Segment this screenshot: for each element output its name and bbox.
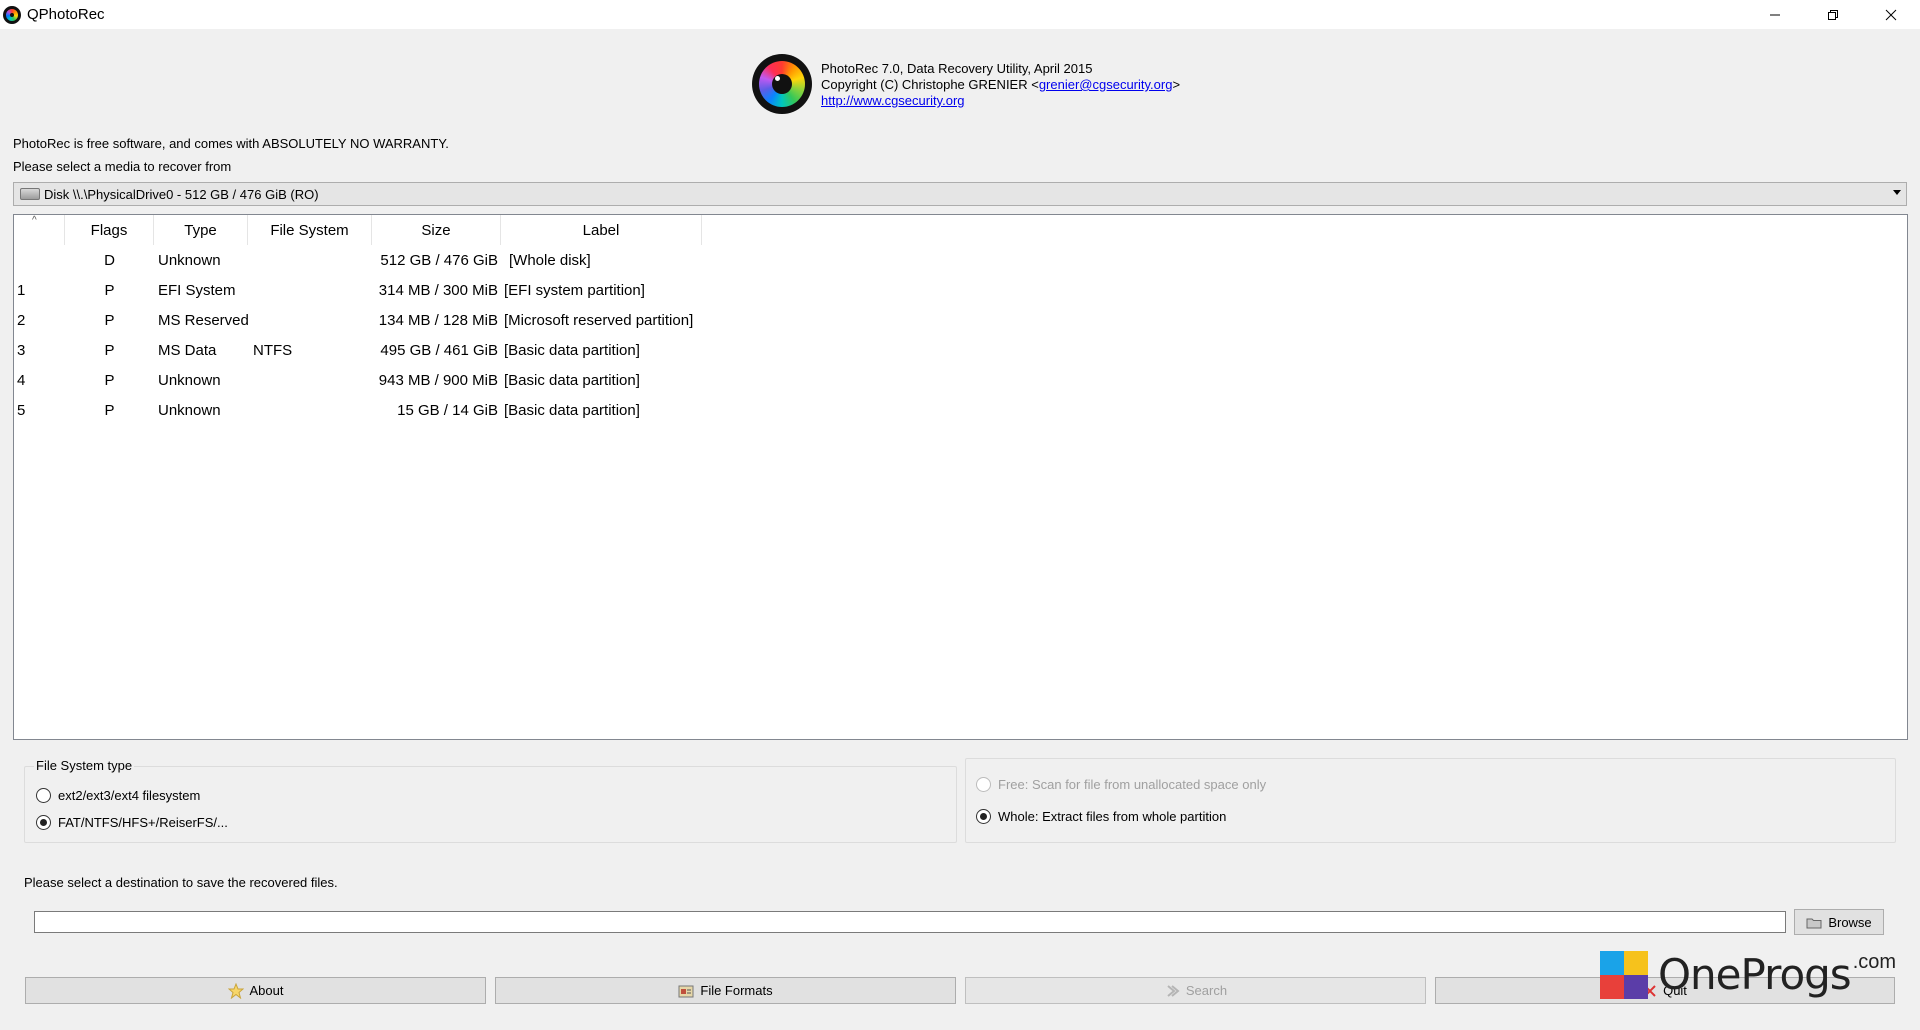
scan-mode-group	[965, 758, 1896, 843]
radio-fat-ntfs-option[interactable]: FAT/NTFS/HFS+/ReiserFS/...	[36, 815, 228, 830]
folder-icon	[1806, 916, 1822, 929]
table-row[interactable]: 5 P Unknown 15 GB / 14 GiB [Basic data p…	[14, 395, 702, 425]
window-title: QPhotoRec	[27, 6, 105, 23]
destination-prompt: Please select a destination to save the …	[24, 875, 338, 890]
app-icon	[3, 5, 21, 24]
file-formats-icon	[678, 984, 694, 998]
radio-button[interactable]	[36, 788, 51, 803]
close-icon	[1885, 9, 1897, 20]
fs-type-group	[24, 766, 957, 843]
radio-button-checked[interactable]	[36, 815, 51, 830]
table-row[interactable]: 3 P MS Data NTFS 495 GB / 461 GiB [Basic…	[14, 335, 702, 365]
radio-whole-option[interactable]: Whole: Extract files from whole partitio…	[976, 809, 1226, 824]
watermark-suffix: .com	[1852, 951, 1897, 973]
disk-select-value: Disk \\.\PhysicalDrive0 - 512 GB / 476 G…	[44, 186, 319, 202]
disk-select[interactable]: Disk \\.\PhysicalDrive0 - 512 GB / 476 G…	[13, 182, 1907, 206]
table-row[interactable]: 2 P MS Reserved 134 MB / 128 MiB [Micros…	[14, 305, 702, 335]
email-link[interactable]: grenier@cgsecurity.org	[1039, 77, 1173, 92]
radio-button-checked[interactable]	[976, 809, 991, 824]
radio-ext-option[interactable]: ext2/ext3/ext4 filesystem	[36, 788, 200, 803]
sort-ascending-icon: ^	[32, 215, 37, 226]
restore-icon	[1828, 9, 1838, 20]
photorec-logo	[752, 54, 812, 114]
table-row[interactable]: 1 P EFI System 314 MB / 300 MiB [EFI sys…	[14, 275, 702, 305]
fs-type-title: File System type	[34, 758, 135, 773]
column-header-filesystem[interactable]: File System	[248, 215, 372, 245]
window-controls	[1746, 0, 1920, 29]
hard-disk-icon	[20, 188, 40, 200]
radio-button-disabled[interactable]	[976, 777, 991, 792]
close-button[interactable]	[1862, 0, 1920, 29]
table-row[interactable]: 4 P Unknown 943 MB / 900 MiB [Basic data…	[14, 365, 702, 395]
column-header-type[interactable]: Type	[154, 215, 248, 245]
column-header-size[interactable]: Size	[372, 215, 501, 245]
about-button[interactable]: About	[25, 977, 486, 1004]
search-arrow-icon	[1164, 984, 1180, 998]
copyright-line: Copyright (C) Christophe GRENIER <grenie…	[821, 77, 1181, 92]
watermark-brand: OneProgs	[1658, 950, 1852, 999]
minimize-button[interactable]	[1746, 0, 1804, 29]
header-info: PhotoRec 7.0, Data Recovery Utility, Apr…	[821, 61, 1180, 109]
select-media-label: Please select a media to recover from	[13, 159, 232, 174]
chevron-down-icon	[1893, 190, 1901, 195]
version-text: PhotoRec 7.0, Data Recovery Utility, Apr…	[821, 61, 1093, 76]
warranty-text: PhotoRec is free software, and comes wit…	[13, 136, 449, 151]
table-row[interactable]: D Unknown 512 GB / 476 GiB [Whole disk]	[14, 245, 702, 275]
oneprogs-logo-icon	[1600, 950, 1648, 999]
column-header-num[interactable]: ^	[14, 215, 65, 245]
oneprogs-watermark: OneProgs .com	[1600, 950, 1896, 999]
browse-button[interactable]: Browse	[1794, 909, 1884, 935]
search-button[interactable]: Search	[965, 977, 1426, 1004]
minimize-icon	[1770, 14, 1780, 15]
restore-button[interactable]	[1804, 0, 1862, 29]
table-header: ^ Flags Type File System Size Label	[14, 215, 702, 245]
column-header-flags[interactable]: Flags	[65, 215, 154, 245]
column-header-label[interactable]: Label	[501, 215, 702, 245]
star-icon	[227, 982, 244, 999]
file-formats-button[interactable]: File Formats	[495, 977, 956, 1004]
title-bar: QPhotoRec	[0, 0, 1920, 29]
website-link[interactable]: http://www.cgsecurity.org	[821, 93, 965, 108]
app-header: PhotoRec 7.0, Data Recovery Utility, Apr…	[752, 54, 1180, 114]
partition-table[interactable]: ^ Flags Type File System Size Label D Un…	[13, 214, 1908, 740]
destination-input[interactable]	[34, 911, 1786, 933]
radio-free-option[interactable]: Free: Scan for file from unallocated spa…	[976, 777, 1266, 792]
